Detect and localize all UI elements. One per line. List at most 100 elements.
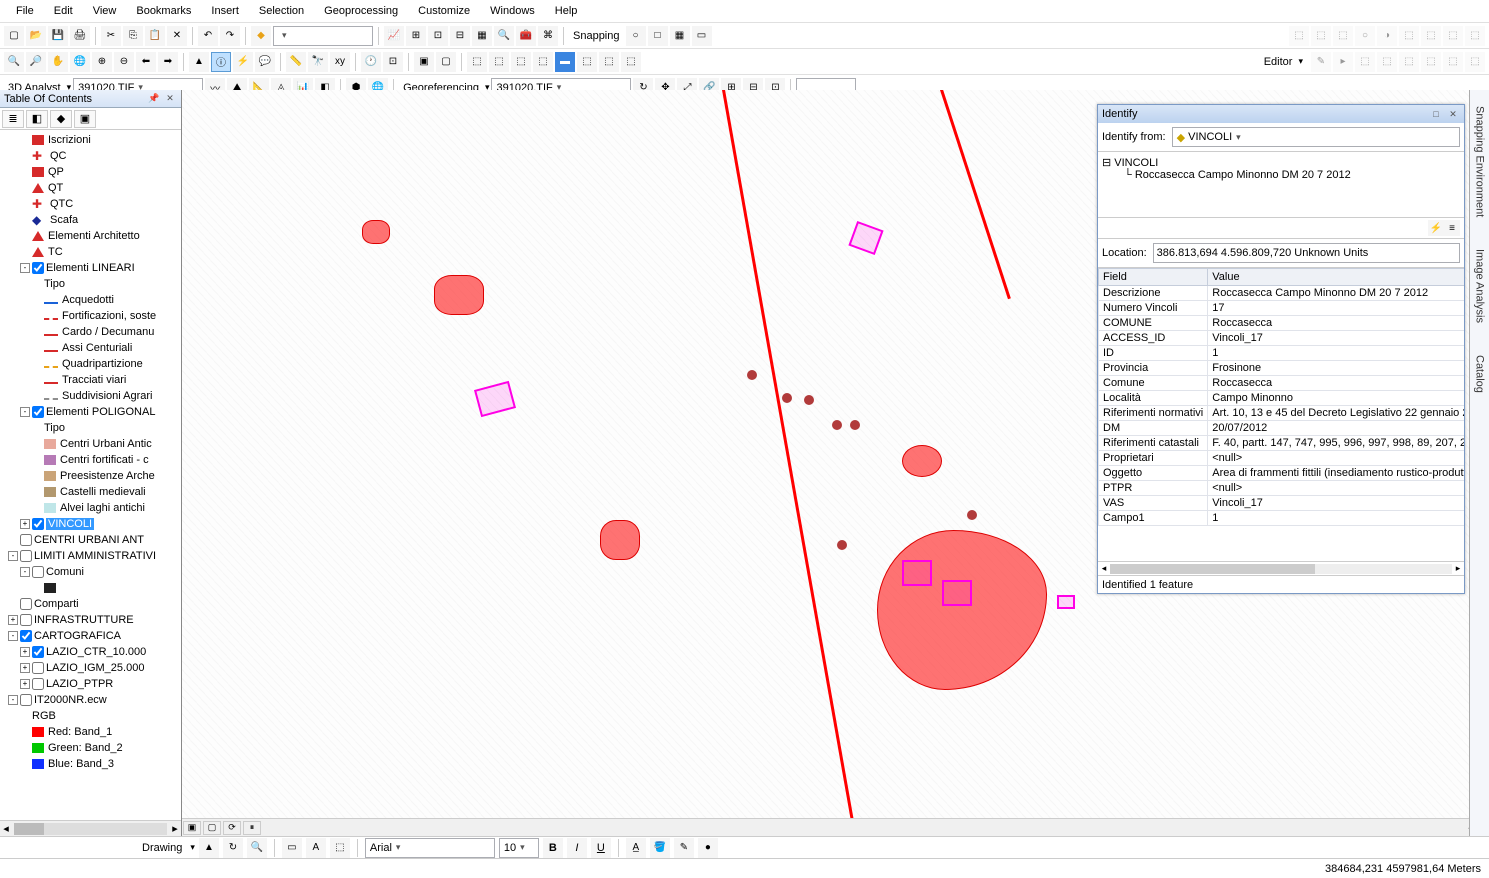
scale-dropdown[interactable] [273, 26, 373, 46]
identify-attr-table[interactable]: Field Value DescrizioneRoccasecca Campo … [1098, 268, 1464, 561]
tree-row[interactable]: Tipo [0, 276, 181, 292]
prev-extent-icon[interactable]: ⬅ [136, 52, 156, 72]
cad-tool-icon[interactable]: ⬚ [1443, 26, 1463, 46]
font-size-dropdown[interactable]: 10 [499, 838, 539, 858]
extra-icon[interactable]: ▬ [555, 52, 575, 72]
font-dropdown[interactable]: Arial [365, 838, 495, 858]
tree-row[interactable]: -CARTOGRAFICA [0, 628, 181, 644]
location-input[interactable] [1153, 243, 1460, 263]
tree-row[interactable]: +LAZIO_IGM_25.000 [0, 660, 181, 676]
tree-row[interactable]: +LAZIO_CTR_10.000 [0, 644, 181, 660]
toc-hscroll[interactable]: ◂ ▸ [0, 820, 181, 836]
next-extent-icon[interactable]: ➡ [158, 52, 178, 72]
tree-row[interactable]: ✚QC [0, 148, 181, 164]
extra-icon[interactable]: ⬚ [577, 52, 597, 72]
cad-tool-icon[interactable]: ◑ [1377, 26, 1397, 46]
copy-icon[interactable]: ⎘ [123, 26, 143, 46]
menu-edit[interactable]: Edit [44, 2, 83, 20]
tree-row[interactable]: Centri fortificati - c [0, 452, 181, 468]
layer-checkbox[interactable] [32, 566, 44, 578]
toc-list-source-icon[interactable]: ◧ [26, 110, 48, 128]
layer-checkbox[interactable] [20, 630, 32, 642]
menu-windows[interactable]: Windows [480, 2, 545, 20]
layer-checkbox[interactable] [20, 598, 32, 610]
line-color-icon[interactable]: ✎ [674, 838, 694, 858]
extra-icon[interactable]: ⬚ [467, 52, 487, 72]
search-icon[interactable]: 🔍 [494, 26, 514, 46]
tree-row[interactable]: Tracciati viari [0, 372, 181, 388]
tree-row[interactable]: Iscrizioni [0, 132, 181, 148]
attr-row[interactable]: OggettoArea di frammenti fittili (insedi… [1099, 466, 1465, 481]
expand-icon[interactable]: - [20, 567, 30, 577]
close-icon[interactable]: ✕ [163, 92, 177, 106]
tool3-icon[interactable]: ⊡ [428, 26, 448, 46]
python-icon[interactable]: ⌘ [538, 26, 558, 46]
menu-customize[interactable]: Customize [408, 2, 480, 20]
html-popup-icon[interactable]: 💬 [255, 52, 275, 72]
edit-tool-icon[interactable]: ✎ [1311, 52, 1331, 72]
tree-row[interactable]: QT [0, 180, 181, 196]
edit-tool-icon[interactable]: ⬚ [1377, 52, 1397, 72]
fixed-zoomin-icon[interactable]: ⊕ [92, 52, 112, 72]
pause-icon[interactable]: ⏸ [243, 821, 261, 835]
menu-file[interactable]: File [6, 2, 44, 20]
marker-color-icon[interactable]: ● [698, 838, 718, 858]
extra-icon[interactable]: ⬚ [489, 52, 509, 72]
menu-bookmarks[interactable]: Bookmarks [126, 2, 201, 20]
tree-row[interactable]: Elementi Architetto [0, 228, 181, 244]
expand-icon[interactable]: + [20, 647, 30, 657]
tree-row[interactable]: Quadripartizione [0, 356, 181, 372]
tree-row[interactable]: -Comuni [0, 564, 181, 580]
expand-icon[interactable]: - [8, 631, 18, 641]
snap-rect-icon[interactable]: ▭ [692, 26, 712, 46]
attr-row[interactable]: ComuneRoccasecca [1099, 376, 1465, 391]
identify-active-icon[interactable]: ⓘ [211, 52, 231, 72]
tree-row[interactable]: -LIMITI AMMINISTRATIVI [0, 548, 181, 564]
toc-list-visibility-icon[interactable]: ◆ [50, 110, 72, 128]
tree-row[interactable] [0, 580, 181, 596]
snap-grid-icon[interactable]: ▦ [670, 26, 690, 46]
layer-checkbox[interactable] [32, 518, 44, 530]
menu-geoprocessing[interactable]: Geoprocessing [314, 2, 408, 20]
attr-row[interactable]: Riferimenti catastaliF. 40, partt. 147, … [1099, 436, 1465, 451]
layer-checkbox[interactable] [32, 262, 44, 274]
tree-row[interactable]: -IT2000NR.ecw [0, 692, 181, 708]
identify-from-dropdown[interactable]: ◆ VINCOLI [1172, 127, 1460, 147]
tool2-icon[interactable]: ⊞ [406, 26, 426, 46]
tree-row[interactable]: +LAZIO_PTPR [0, 676, 181, 692]
pan-icon[interactable]: ✋ [48, 52, 68, 72]
tree-row[interactable]: +INFRASTRUTTURE [0, 612, 181, 628]
tree-row[interactable]: -Elementi POLIGONAL [0, 404, 181, 420]
sel-tool-icon[interactable]: ▣ [414, 52, 434, 72]
full-extent-icon[interactable]: 🌐 [70, 52, 90, 72]
snapping-label[interactable]: Snapping [569, 30, 624, 42]
attr-row[interactable]: Campo11 [1099, 511, 1465, 526]
xy-icon[interactable]: xy [330, 52, 350, 72]
tree-row[interactable]: Alvei laghi antichi [0, 500, 181, 516]
toolbox-icon[interactable]: 🧰 [516, 26, 536, 46]
add-data-icon[interactable]: ◆ [251, 26, 271, 46]
dock-tab-image-analysis[interactable]: Image Analysis [1472, 243, 1488, 329]
layer-checkbox[interactable] [32, 646, 44, 658]
italic-icon[interactable]: I [567, 838, 587, 858]
expand-icon[interactable]: - [20, 263, 30, 273]
attr-row[interactable]: VASVincoli_17 [1099, 496, 1465, 511]
edit-vertices-icon[interactable]: ⬚ [330, 838, 350, 858]
edit-tool-icon[interactable]: ⬚ [1443, 52, 1463, 72]
expand-icon[interactable]: + [20, 519, 30, 529]
layout-view-tab[interactable]: ▢ [203, 821, 221, 835]
menu-selection[interactable]: Selection [249, 2, 314, 20]
menu-icon[interactable]: ≡ [1444, 220, 1460, 236]
time-icon[interactable]: 🕐 [361, 52, 381, 72]
tree-row[interactable]: Castelli medievali [0, 484, 181, 500]
extra-icon[interactable]: ⬚ [621, 52, 641, 72]
tree-row[interactable]: -Elementi LINEARI [0, 260, 181, 276]
save-icon[interactable]: 💾 [48, 26, 68, 46]
tool1-icon[interactable]: 📈 [384, 26, 404, 46]
tree-row[interactable]: Acquedotti [0, 292, 181, 308]
menu-view[interactable]: View [83, 2, 127, 20]
zoom-out-icon[interactable]: 🔎 [26, 52, 46, 72]
clear-sel-icon[interactable]: ▢ [436, 52, 456, 72]
expand-icon[interactable]: - [8, 695, 18, 705]
layer-checkbox[interactable] [32, 406, 44, 418]
